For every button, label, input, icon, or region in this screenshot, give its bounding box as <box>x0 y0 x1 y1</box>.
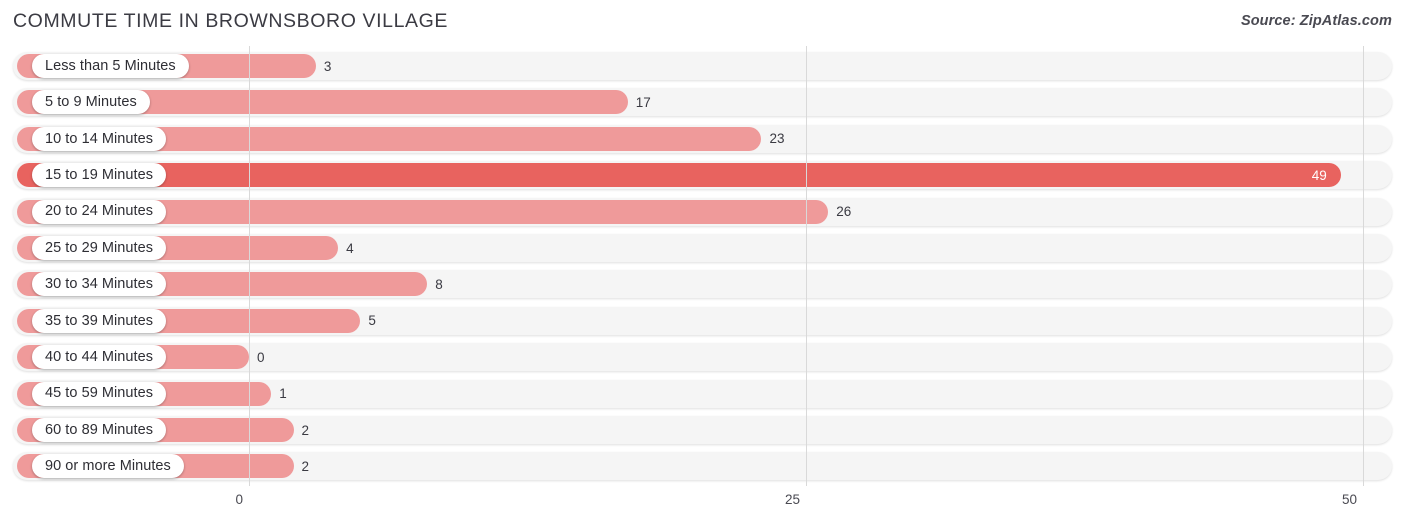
chart-row[interactable]: 90 or more Minutes 2 <box>13 452 1392 481</box>
bar-category-label: 90 or more Minutes <box>32 454 184 479</box>
bar-category-label-text: 30 to 34 Minutes <box>45 276 154 293</box>
bar-value-label: 5 <box>368 313 376 329</box>
bar-category-label-text: 90 or more Minutes <box>45 458 171 475</box>
bar-category-label-text: 10 to 14 Minutes <box>45 130 154 147</box>
bar-value-label: 26 <box>836 204 852 220</box>
bar-category-label-text: 40 to 44 Minutes <box>45 348 154 365</box>
bar-value-label: 8 <box>435 276 443 292</box>
bar-category-label-text: 25 to 29 Minutes <box>45 239 154 256</box>
page-title: COMMUTE TIME IN BROWNSBORO VILLAGE <box>13 10 449 32</box>
chart-row[interactable]: Less than 5 Minutes 3 <box>13 52 1392 80</box>
x-axis: 0 25 50 <box>0 486 1406 523</box>
chart-header: COMMUTE TIME IN BROWNSBORO VILLAGE Sourc… <box>0 0 1406 46</box>
bar-category-label: 10 to 14 Minutes <box>32 126 167 151</box>
bar-category-label: 5 to 9 Minutes <box>32 90 150 115</box>
x-axis-tick-label: 0 <box>235 492 243 507</box>
chart-row[interactable]: 40 to 44 Minutes 0 <box>13 343 1392 372</box>
bar-category-label: 35 to 39 Minutes <box>32 308 167 333</box>
bar-category-label: 30 to 34 Minutes <box>32 272 167 297</box>
bar-value-label: 4 <box>346 240 354 256</box>
chart-row[interactable]: 35 to 39 Minutes 5 <box>13 306 1392 335</box>
x-axis-tick-label: 25 <box>784 492 800 507</box>
bar-value-label: 23 <box>769 131 785 147</box>
bar-category-label: Less than 5 Minutes <box>32 54 189 78</box>
chart-row[interactable]: 10 to 14 Minutes 23 <box>13 124 1392 153</box>
chart-row[interactable]: 60 to 89 Minutes 2 <box>13 416 1392 444</box>
chart-page: COMMUTE TIME IN BROWNSBORO VILLAGE Sourc… <box>0 0 1406 523</box>
chart-row[interactable]: 20 to 24 Minutes 26 <box>13 197 1392 226</box>
bar-category-label: 20 to 24 Minutes <box>32 199 167 224</box>
bar-value-label: 0 <box>257 349 265 365</box>
bar-category-label-text: Less than 5 Minutes <box>45 57 176 74</box>
bar-category-label: 45 to 59 Minutes <box>32 381 167 406</box>
bar-value-label: 49 <box>1311 167 1327 183</box>
bar-category-label-text: 60 to 89 Minutes <box>45 421 154 438</box>
bar-category-label: 60 to 89 Minutes <box>32 418 167 442</box>
x-axis-tick-label: 50 <box>1341 492 1357 507</box>
chart-row[interactable]: 15 to 19 Minutes 49 <box>13 161 1392 190</box>
chart-row[interactable]: 45 to 59 Minutes 1 <box>13 379 1392 408</box>
bar-category-label-text: 5 to 9 Minutes <box>45 94 137 111</box>
source-attribution: Source: ZipAtlas.com <box>1240 13 1392 29</box>
bar-value-label: 1 <box>279 386 287 402</box>
bar-rows: Less than 5 Minutes 3 5 to 9 Minutes 17 10 t… <box>0 46 1406 486</box>
chart-row[interactable]: 30 to 34 Minutes 8 <box>13 270 1392 299</box>
bar-value-label: 2 <box>301 422 310 438</box>
bar-category-label-text: 20 to 24 Minutes <box>45 203 154 220</box>
bar-value-label: 17 <box>635 94 651 110</box>
bar-category-label: 40 to 44 Minutes <box>32 345 167 370</box>
bar-value-label: 3 <box>323 58 332 74</box>
chart-row[interactable]: 5 to 9 Minutes 17 <box>13 88 1392 117</box>
plot-area: Less than 5 Minutes 3 5 to 9 Minutes 17 10 t… <box>0 46 1406 486</box>
bar-category-label: 25 to 29 Minutes <box>32 236 167 260</box>
bar-category-label-text: 35 to 39 Minutes <box>45 312 154 329</box>
chart-row[interactable]: 25 to 29 Minutes 4 <box>13 234 1392 262</box>
bar-category-label-text: 45 to 59 Minutes <box>45 385 154 402</box>
bar-value-label: 2 <box>301 458 310 474</box>
